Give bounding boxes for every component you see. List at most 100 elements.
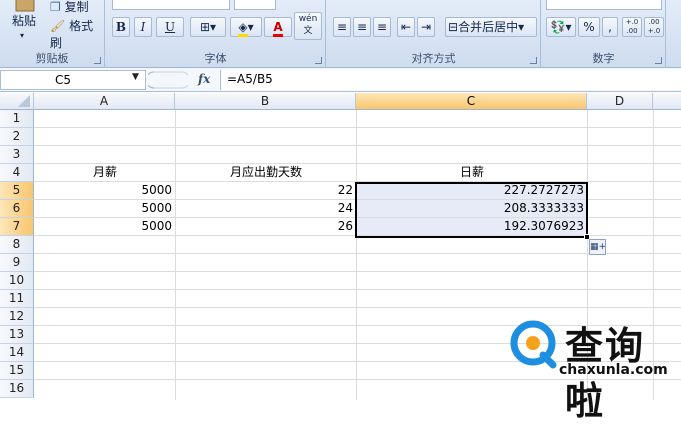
- decrease-indent-icon: ⇤: [400, 20, 412, 34]
- cell-a7[interactable]: 5000: [35, 218, 175, 235]
- align-left-icon: ≡: [336, 20, 348, 34]
- auto-fill-options-icon: ▦+: [590, 242, 607, 252]
- cell-c4[interactable]: 日薪: [357, 164, 587, 181]
- cell-b7[interactable]: 26: [176, 218, 356, 235]
- cell-b5[interactable]: 22: [176, 182, 356, 199]
- cell-a4[interactable]: 月薪: [35, 164, 175, 181]
- row-header-16[interactable]: 16: [0, 380, 34, 398]
- formula-bar: C5 ▼ fx =A5/B5: [0, 68, 681, 92]
- italic-button[interactable]: I: [134, 17, 152, 37]
- cell-b6[interactable]: 24: [176, 200, 356, 217]
- border-icon: ⊞▾: [199, 20, 217, 34]
- row-header-8[interactable]: 8: [0, 236, 34, 254]
- font-group-label: 字体: [204, 52, 227, 65]
- underline-button[interactable]: U: [156, 17, 184, 37]
- column-header-c[interactable]: C: [356, 93, 587, 110]
- column-header-b[interactable]: B: [175, 93, 356, 110]
- formula-input[interactable]: =A5/B5: [220, 70, 681, 90]
- fill-color-icon: ◈: [238, 20, 248, 37]
- phonetic-icon: wén 文: [298, 14, 318, 36]
- gridline: [34, 253, 681, 254]
- alignment-launcher-icon[interactable]: [530, 57, 537, 64]
- select-all-icon: [18, 95, 30, 107]
- row-header-9[interactable]: 9: [0, 254, 34, 272]
- gridline: [34, 127, 681, 128]
- number-format-combo[interactable]: [546, 0, 662, 10]
- merge-center-button[interactable]: ⊟合并后居中▾: [445, 17, 537, 37]
- align-right-button[interactable]: ≡: [373, 17, 391, 37]
- font-launcher-icon[interactable]: [315, 57, 322, 64]
- row-header-12[interactable]: 12: [0, 308, 34, 326]
- font-size-combo[interactable]: [234, 0, 276, 10]
- gridline: [34, 307, 681, 308]
- column-header-a[interactable]: A: [34, 93, 175, 110]
- font-color-button[interactable]: A: [264, 17, 292, 37]
- copy-label: 复制: [64, 0, 89, 14]
- decrease-indent-button[interactable]: ⇤: [397, 17, 415, 37]
- cell-a5[interactable]: 5000: [35, 182, 175, 199]
- fill-color-button[interactable]: ◈▾: [230, 17, 262, 37]
- increase-indent-icon: ⇥: [420, 20, 432, 34]
- selection-border: [355, 182, 588, 238]
- row-header-14[interactable]: 14: [0, 344, 34, 362]
- font-name-combo[interactable]: [112, 0, 230, 10]
- name-box[interactable]: C5: [0, 70, 146, 90]
- increase-indent-button[interactable]: ⇥: [417, 17, 435, 37]
- row-header-7[interactable]: 7: [0, 218, 34, 236]
- chevron-down-icon: ▾: [20, 31, 25, 40]
- row-header-15[interactable]: 15: [0, 362, 34, 380]
- row-header-6[interactable]: 6: [0, 200, 34, 218]
- gridline: [34, 145, 681, 146]
- percent-button[interactable]: %: [578, 17, 600, 37]
- column-header-d[interactable]: D: [587, 93, 653, 110]
- bold-button[interactable]: B: [112, 17, 130, 37]
- watermark-en-text: chaxunla.com: [559, 362, 668, 378]
- gridline: [34, 271, 681, 272]
- clipboard-launcher-icon[interactable]: [94, 57, 101, 64]
- row-header-5[interactable]: 5: [0, 182, 34, 200]
- number-launcher-icon[interactable]: [655, 57, 662, 64]
- row-header-1[interactable]: 1: [0, 110, 34, 128]
- row-header-13[interactable]: 13: [0, 326, 34, 344]
- number-group: 💱▾ % , +.0 .00 .00 +.0 数字: [542, 0, 666, 68]
- styles-group-edge: [667, 0, 681, 68]
- gridline: [356, 110, 357, 400]
- chevron-down-icon: ▾: [518, 20, 525, 34]
- currency-button[interactable]: 💱▾: [546, 17, 576, 37]
- copy-button[interactable]: ❐ 复制: [50, 0, 89, 15]
- formula-bar-resize-icon[interactable]: [148, 71, 188, 89]
- paste-icon: [15, 0, 35, 12]
- format-painter-icon: 🖌: [50, 19, 66, 33]
- phonetic-button[interactable]: wén 文: [294, 12, 322, 40]
- watermark: 查询啦 chaxunla.com: [505, 315, 681, 423]
- auto-fill-options-button[interactable]: ▦+: [589, 239, 606, 255]
- clipboard-group-label: 剪贴板: [35, 52, 69, 65]
- row-header-10[interactable]: 10: [0, 272, 34, 290]
- align-center-button[interactable]: ≡: [353, 17, 371, 37]
- row-header-2[interactable]: 2: [0, 128, 34, 146]
- clipboard-group: 粘贴 ▾ ❐ 复制 🖌 格式刷 剪贴板: [0, 0, 105, 68]
- chevron-down-icon[interactable]: ▼: [132, 72, 139, 82]
- chaxunla-logo-icon: [510, 320, 557, 369]
- insert-function-icon[interactable]: fx: [198, 72, 210, 86]
- select-all-corner[interactable]: [0, 93, 34, 110]
- border-button[interactable]: ⊞▾: [190, 17, 226, 37]
- row-header-11[interactable]: 11: [0, 290, 34, 308]
- align-left-button[interactable]: ≡: [333, 17, 351, 37]
- column-header-e[interactable]: [653, 93, 681, 110]
- decrease-decimal-button[interactable]: .00 +.0: [644, 17, 664, 37]
- row-header-3[interactable]: 3: [0, 146, 34, 164]
- comma-button[interactable]: ,: [602, 17, 618, 37]
- gridline: [34, 289, 681, 290]
- alignment-group-label: 对齐方式: [411, 52, 456, 65]
- paste-button[interactable]: 粘贴 ▾: [6, 0, 44, 40]
- row-header-4[interactable]: 4: [0, 164, 34, 182]
- alignment-group: ≡ ≡ ≡ ⇤ ⇥ ⊟合并后居中▾ 对齐方式: [327, 0, 541, 68]
- format-painter-button[interactable]: 🖌 格式刷: [50, 17, 104, 51]
- number-group-label: 数字: [592, 52, 615, 65]
- increase-decimal-button[interactable]: +.0 .00: [622, 17, 642, 37]
- cell-b4[interactable]: 月应出勤天数: [176, 164, 356, 181]
- ribbon: 粘贴 ▾ ❐ 复制 🖌 格式刷 剪贴板 B I U ⊞▾ ◈▾ A wén 文 …: [0, 0, 681, 68]
- gridline: [175, 110, 176, 400]
- cell-a6[interactable]: 5000: [35, 200, 175, 217]
